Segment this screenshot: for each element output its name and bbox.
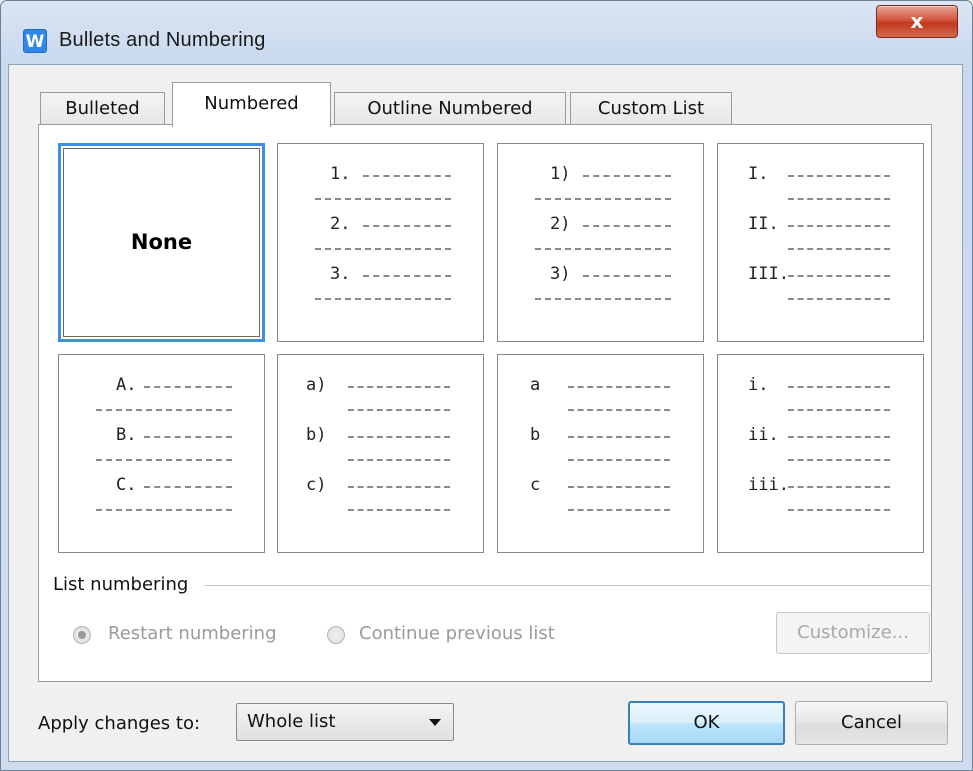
text-line-placeholder <box>348 409 450 411</box>
text-line-placeholder <box>568 459 670 461</box>
list-number-label: 1) <box>550 164 571 184</box>
style-alpha-upper[interactable]: A. B. C. <box>58 354 265 553</box>
text-line-placeholder <box>568 436 670 438</box>
text-line-placeholder <box>348 436 450 438</box>
list-number-label: b) <box>306 425 327 445</box>
text-line-placeholder <box>315 198 451 200</box>
list-number-label: C. <box>116 475 137 495</box>
text-line-placeholder <box>144 386 232 388</box>
text-line-placeholder <box>96 509 232 511</box>
text-line-placeholder <box>788 198 890 200</box>
list-number-label: b <box>530 425 541 445</box>
list-number-label: iii. <box>748 475 789 495</box>
style-roman-lower[interactable]: i. ii. iii. <box>717 354 924 553</box>
text-line-placeholder <box>788 225 890 227</box>
text-line-placeholder <box>788 298 890 300</box>
text-line-placeholder <box>315 298 451 300</box>
text-line-placeholder <box>96 409 232 411</box>
list-number-label: c <box>530 475 541 495</box>
text-line-placeholder <box>788 275 890 277</box>
cancel-button[interactable]: Cancel <box>795 701 948 745</box>
ok-button[interactable]: OK <box>628 701 785 745</box>
list-number-label: III. <box>748 264 789 284</box>
text-line-placeholder <box>788 175 890 177</box>
restart-numbering-label: Restart numbering <box>108 623 277 644</box>
text-line-placeholder <box>583 225 671 227</box>
text-line-placeholder <box>144 486 232 488</box>
apply-changes-value: Whole list <box>247 711 336 732</box>
list-numbering-group-label: List numbering <box>53 574 193 595</box>
style-roman-upper[interactable]: I. II. III. <box>717 143 924 342</box>
text-line-placeholder <box>788 409 890 411</box>
text-line-placeholder <box>568 386 670 388</box>
text-line-placeholder <box>348 486 450 488</box>
text-line-placeholder <box>788 386 890 388</box>
list-number-label: ii. <box>748 425 779 445</box>
customize-button[interactable]: Customize... <box>776 612 930 654</box>
style-alpha-lower-paren[interactable]: a) b) c) <box>277 354 484 553</box>
continue-previous-label: Continue previous list <box>359 623 555 644</box>
list-number-label: A. <box>116 375 137 395</box>
tab-custom-list[interactable]: Custom List <box>570 92 732 126</box>
text-line-placeholder <box>96 459 232 461</box>
list-number-label: I. <box>748 164 769 184</box>
apply-changes-label: Apply changes to: <box>38 713 201 734</box>
text-line-placeholder <box>363 225 451 227</box>
list-number-label: 2) <box>550 214 571 234</box>
text-line-placeholder <box>583 175 671 177</box>
text-line-placeholder <box>535 298 671 300</box>
list-number-label: a <box>530 375 541 395</box>
text-line-placeholder <box>788 436 890 438</box>
tab-bulleted[interactable]: Bulleted <box>40 92 165 126</box>
text-line-placeholder <box>788 459 890 461</box>
continue-previous-radio[interactable] <box>327 626 345 644</box>
tab-outline-numbered[interactable]: Outline Numbered <box>334 92 566 126</box>
app-icon: W <box>23 29 47 53</box>
text-line-placeholder <box>583 275 671 277</box>
title-bar[interactable]: W Bullets and Numbering x <box>1 1 972 71</box>
text-line-placeholder <box>788 486 890 488</box>
text-line-placeholder <box>315 248 451 250</box>
list-number-label: a) <box>306 375 327 395</box>
text-line-placeholder <box>363 275 451 277</box>
group-divider <box>204 585 932 586</box>
close-button[interactable]: x <box>876 5 958 38</box>
list-number-label: B. <box>116 425 137 445</box>
list-number-label: c) <box>306 475 327 495</box>
style-arabic-paren[interactable]: 1) 2) 3) <box>497 143 704 342</box>
text-line-placeholder <box>363 175 451 177</box>
list-number-label: i. <box>748 375 769 395</box>
text-line-placeholder <box>348 459 450 461</box>
text-line-placeholder <box>535 198 671 200</box>
text-line-placeholder <box>348 386 450 388</box>
text-line-placeholder <box>568 509 670 511</box>
list-number-label: 2. <box>330 214 351 234</box>
style-arabic-period[interactable]: 1. 2. 3. <box>277 143 484 342</box>
list-number-label: 1. <box>330 164 351 184</box>
text-line-placeholder <box>144 436 232 438</box>
text-line-placeholder <box>788 509 890 511</box>
tab-numbered[interactable]: Numbered <box>172 82 331 127</box>
text-line-placeholder <box>788 248 890 250</box>
text-line-placeholder <box>535 248 671 250</box>
restart-numbering-radio[interactable] <box>73 626 91 644</box>
list-number-label: 3. <box>330 264 351 284</box>
list-number-label: II. <box>748 214 779 234</box>
text-line-placeholder <box>568 409 670 411</box>
text-line-placeholder <box>348 509 450 511</box>
style-none[interactable]: None <box>58 143 265 342</box>
text-line-placeholder <box>568 486 670 488</box>
list-number-label: 3) <box>550 264 571 284</box>
apply-changes-select[interactable]: Whole list <box>236 703 454 741</box>
window-title: Bullets and Numbering <box>59 29 266 51</box>
style-alpha-lower[interactable]: a b c <box>497 354 704 553</box>
dropdown-arrow-icon <box>429 719 441 726</box>
none-label: None <box>130 230 193 254</box>
